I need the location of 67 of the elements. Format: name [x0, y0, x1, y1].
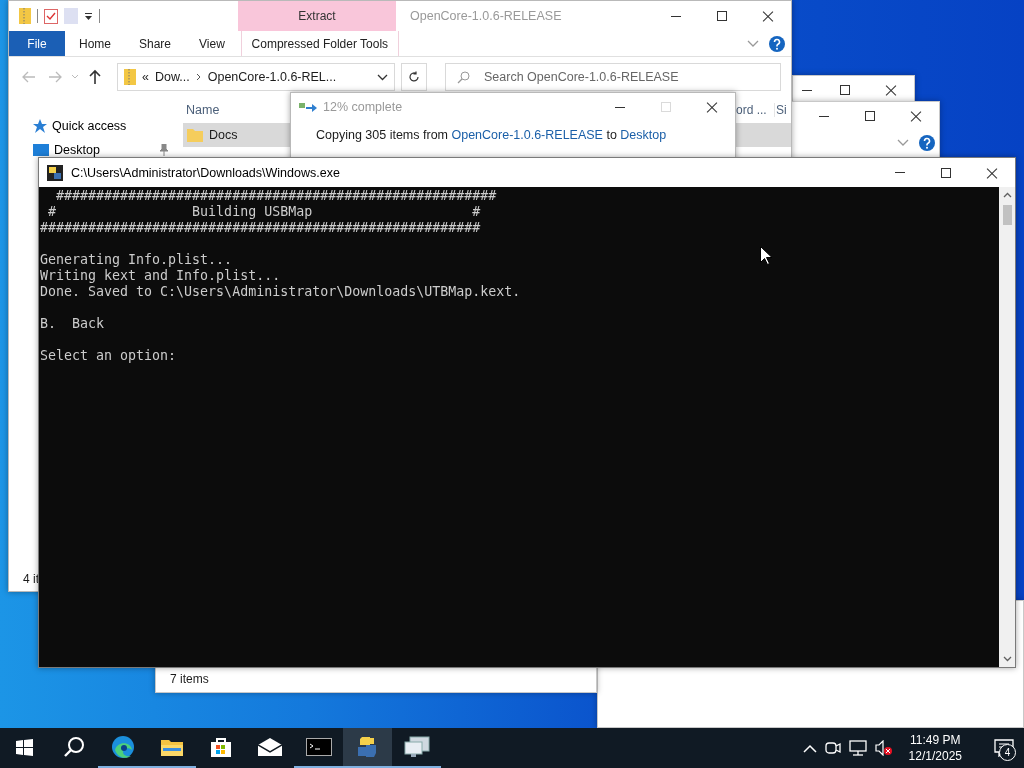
star-icon	[33, 119, 47, 133]
desktop-icon	[33, 144, 49, 156]
volume-muted-icon[interactable]	[874, 740, 893, 756]
chevron-right-icon	[195, 73, 202, 81]
breadcrumb-segment[interactable]: OpenCore-1.0.6-REL...	[207, 70, 337, 84]
console-line: Generating Info.plist...	[40, 252, 233, 268]
help-icon[interactable]	[919, 135, 935, 151]
scroll-down-icon[interactable]	[1002, 656, 1012, 662]
folder-icon	[159, 737, 184, 757]
search-icon	[457, 71, 470, 84]
dialog-title: 12% complete	[323, 100, 403, 114]
envelope-icon	[257, 738, 282, 756]
nav-item[interactable]: Quick access	[33, 117, 183, 135]
refresh-button[interactable]	[401, 63, 427, 91]
notification-count: 4	[999, 744, 1016, 761]
copy-progress-icon	[299, 101, 317, 113]
console-line: Select an option:	[40, 348, 177, 364]
clock-date: 12/1/2025	[908, 748, 962, 764]
console-line: Writing kext and Info.plist...	[40, 268, 281, 284]
console-line: #######################################################	[55, 188, 497, 204]
chevron-down-icon[interactable]	[377, 73, 388, 81]
ribbon-tab[interactable]: View	[185, 31, 239, 56]
taskbar-app-button[interactable]	[343, 728, 392, 768]
context-tab-header: Extract	[238, 1, 396, 31]
nav-item[interactable]: Desktop	[33, 141, 183, 159]
column-header[interactable]: Si	[775, 103, 791, 117]
clock-time: 11:49 PM	[910, 732, 961, 748]
copy-message: Copying 305 items from OpenCore-1.0.6-RELEASE to Desktop	[316, 128, 667, 142]
clock[interactable]: 11:49 PM 12/1/2025	[900, 732, 970, 764]
search-field[interactable]: Search OpenCore-1.0.6-RELEASE	[445, 63, 781, 91]
terminal-icon	[305, 738, 332, 756]
swirl-icon	[110, 735, 135, 759]
scroll-up-icon[interactable]	[1002, 192, 1012, 198]
folder-link[interactable]: OpenCore-1.0.6-RELEASE	[451, 128, 603, 142]
status-text: 7 items	[170, 672, 209, 686]
window-title: OpenCore-1.0.6-RELEASE	[410, 9, 562, 23]
camera-icon[interactable]	[824, 740, 841, 756]
console-line: Done. Saved to C:\Users\Administrator\Downloads\UTBMap.kext.	[40, 284, 521, 300]
address-bar[interactable]: « Dow... OpenCore-1.0.6-REL...	[117, 63, 395, 91]
monitor-icon	[403, 736, 430, 758]
shopping-bag-icon	[209, 736, 232, 758]
notifications-button[interactable]: 4	[984, 728, 1024, 768]
console-line: B. Back	[40, 316, 105, 332]
dropdown-icon[interactable]	[84, 11, 93, 21]
search-icon	[62, 736, 85, 758]
file-menu-button[interactable]: File	[9, 31, 65, 56]
folder-link[interactable]: Desktop	[620, 128, 667, 142]
windows-logo-icon	[16, 738, 33, 756]
help-icon[interactable]	[769, 35, 785, 52]
ribbon-tab[interactable]: Home	[65, 31, 125, 56]
window-title: C:\Users\Administrator\Downloads\Windows.exe	[71, 165, 340, 180]
notification-icon	[994, 739, 1014, 757]
chevron-up-icon[interactable]	[802, 743, 817, 753]
mouse-cursor-icon	[760, 246, 772, 265]
folder-icon	[187, 128, 203, 142]
refresh-icon	[408, 71, 420, 83]
console-app-icon	[47, 164, 63, 181]
console-line: #######################################################	[40, 220, 481, 236]
scrollbar[interactable]	[999, 187, 1015, 667]
breadcrumb-segment[interactable]: Dow...	[154, 70, 190, 84]
scroll-thumb[interactable]	[1002, 205, 1012, 225]
zip-folder-icon	[124, 69, 136, 85]
checklist-icon[interactable]	[44, 8, 58, 24]
ribbon-tab[interactable]: Share	[125, 31, 186, 56]
console-line: # Building USBMap #	[47, 204, 481, 220]
breadcrumb-overflow[interactable]: «	[142, 70, 149, 84]
network-icon[interactable]	[848, 740, 867, 756]
